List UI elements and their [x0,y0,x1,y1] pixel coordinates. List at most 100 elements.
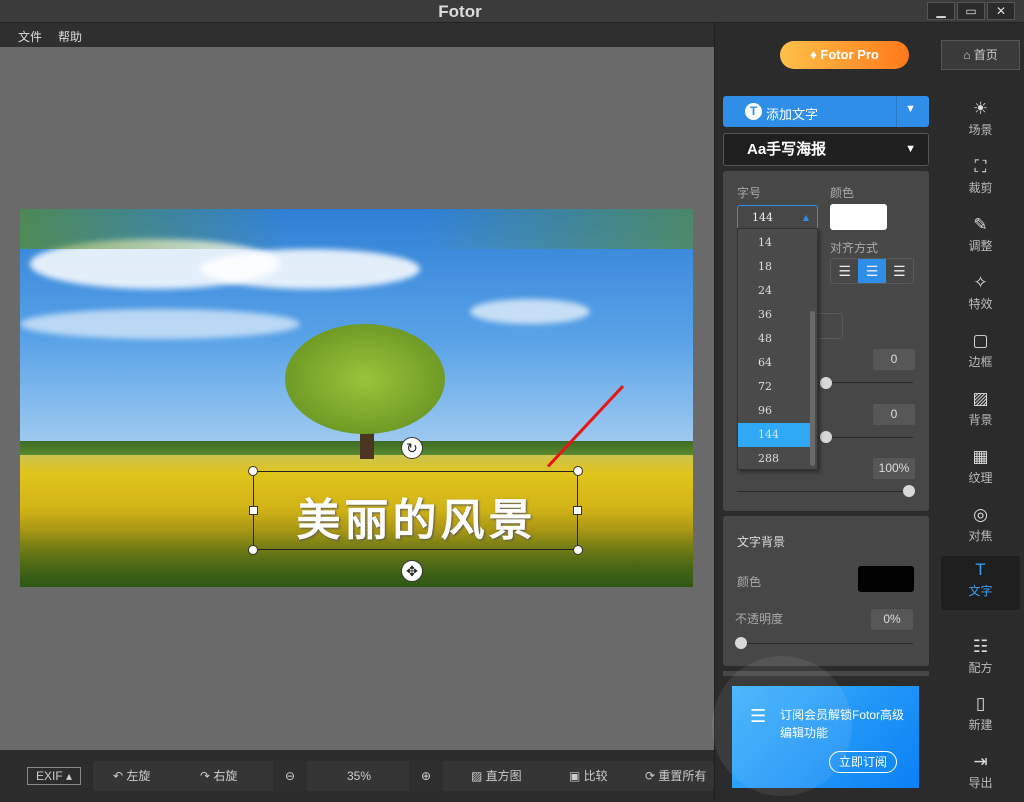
sidebar-label: 裁剪 [968,181,993,195]
sidebar-icon: ☀ [972,99,989,118]
sidebar-item-10[interactable]: ▯ 新建 [941,690,1020,744]
font-size-option[interactable]: 24 [738,279,810,303]
sidebar-label: 对焦 [968,529,993,543]
align-right-icon[interactable]: ☰ [886,259,913,283]
align-center-icon[interactable]: ☰ [858,259,886,283]
pro-label: Fotor Pro [820,47,879,62]
histogram-button[interactable]: ▨ 直方图 [471,761,522,791]
font-size-dropdown[interactable]: 14 18 24 36 48 64 72 96 144 288 [737,228,818,470]
resize-handle[interactable] [573,466,583,476]
add-text-button[interactable]: T 添加文字 ▼ [723,96,929,127]
sidebar-item-3[interactable]: ✧ 特效 [941,269,1020,323]
histogram-icon: ▨ [471,769,486,783]
tree [285,324,445,434]
opacity-value[interactable]: 100% [873,458,915,479]
rotate-handle-icon[interactable]: ↻ [401,437,423,459]
text-bg-title: 文字背景 [737,535,786,549]
font-size-option[interactable]: 64 [738,351,810,375]
align-left-icon[interactable]: ☰ [831,259,858,283]
bg-color-swatch[interactable] [858,566,914,592]
sidebar-label: 背景 [968,413,993,427]
tool-strip: ↶ 左旋 ↷ 右旋 ⊖ 35% ⊕ ▨ 直方图 ▣ 比较 ⟳ 重置所有 [93,761,714,791]
close-button[interactable]: ✕ [987,2,1015,20]
sidebar-icon: ⇥ [973,752,988,771]
resize-handle[interactable] [248,545,258,555]
rotate-right-button[interactable]: ↷ 右旋 [200,761,237,791]
sidebar-item-1[interactable]: ⛶ 裁剪 [941,153,1020,207]
sidebar-icon: T [975,560,986,579]
bg-opacity-label: 不透明度 [735,612,784,626]
home-label: 首页 [973,48,998,62]
reset-button[interactable]: ⟳ 重置所有 [645,761,706,791]
sidebar-item-8[interactable]: T 文字 [941,556,1020,610]
slider-knob[interactable] [903,485,915,497]
resize-handle[interactable] [248,466,258,476]
sidebar-item-7[interactable]: ◎ 对焦 [941,501,1020,555]
sidebar-label: 特效 [968,297,993,311]
value-box[interactable]: 0 [873,349,915,370]
rotate-right-label: 右旋 [213,769,238,783]
font-size-option[interactable]: 18 [738,255,810,279]
rotate-left-label: 左旋 [126,769,151,783]
minimize-button[interactable]: ▁ [927,2,955,20]
sidebar-item-4[interactable]: ▢ 边框 [941,327,1020,381]
subscribe-promo[interactable]: ☰ 订阅会员解锁Fotor高级编辑功能 立即订阅 [712,656,919,796]
slider-track[interactable] [737,643,913,644]
sidebar-label: 调整 [968,239,993,253]
overlay-text[interactable]: 美丽的风景 [254,484,579,548]
sidebar-item-0[interactable]: ☀ 场景 [941,95,1020,149]
font-size-option[interactable]: 36 [738,303,810,327]
font-size-option[interactable]: 288 [738,447,810,471]
font-size-option[interactable]: 14 [738,231,810,255]
rotate-left-button[interactable]: ↶ 左旋 [113,761,150,791]
slider-knob[interactable] [820,377,832,389]
move-handle-icon[interactable]: ✥ [401,560,423,582]
home-button[interactable]: ⌂ 首页 [941,40,1020,70]
chevron-down-icon[interactable]: ▼ [905,103,916,115]
sidebar-item-5[interactable]: ▨ 背景 [941,385,1020,439]
sidebar-label: 场景 [968,123,993,137]
exif-button[interactable]: EXIF ▴ [27,767,81,785]
slider-knob[interactable] [820,431,832,443]
resize-handle[interactable] [573,506,582,515]
chevron-up-icon: ▲ [802,213,809,222]
image-icon: ▣ [569,769,584,783]
text-box[interactable]: 美丽的风景 [248,466,583,555]
compare-button[interactable]: ▣ 比较 [569,761,608,791]
sidebar-label: 文字 [968,584,993,598]
font-size-option[interactable]: 96 [738,399,810,423]
font-size-option[interactable]: 144 [738,423,810,447]
menu-bar: 文件 帮助 [0,23,714,47]
refresh-icon: ⟳ [645,769,659,783]
menu-file[interactable]: 文件 [18,28,42,45]
slider-knob[interactable] [735,637,747,649]
sidebar-icon: ✎ [973,215,988,234]
sidebar-item-6[interactable]: ▦ 纹理 [941,443,1020,497]
zoom-out-icon[interactable]: ⊖ [273,761,307,791]
menu-help[interactable]: 帮助 [58,28,82,45]
font-size-option[interactable]: 72 [738,375,810,399]
title-bar: Fotor ▁ ▭ ✕ [0,0,1024,23]
slider-track[interactable] [737,491,913,492]
sidebar-item-11[interactable]: ⇥ 导出 [941,748,1020,802]
zoom-in-icon[interactable]: ⊕ [409,761,443,791]
font-size-select[interactable]: 144 ▲ [737,205,818,230]
sidebar-icon: ◎ [973,505,988,524]
text-color-swatch[interactable] [830,204,887,230]
resize-handle[interactable] [573,545,583,555]
value-box[interactable]: 0 [873,404,915,425]
sidebar-item-2[interactable]: ✎ 调整 [941,211,1020,265]
resize-handle[interactable] [249,506,258,515]
subscribe-button[interactable]: 立即订阅 [829,751,897,773]
photo-canvas[interactable]: 美丽的风景 ↻ ✥ [20,209,693,587]
font-size-value: 144 [752,211,773,224]
fotor-pro-button[interactable]: ♦ Fotor Pro [780,41,909,69]
maximize-button[interactable]: ▭ [957,2,985,20]
scrollbar[interactable] [810,311,815,466]
font-size-option[interactable]: 48 [738,327,810,351]
sliders-icon: ☰ [750,706,767,726]
bg-opacity-value[interactable]: 0% [871,609,913,630]
sidebar-icon: ▯ [975,694,986,713]
sidebar-item-9[interactable]: ☷ 配方 [941,633,1020,687]
font-select[interactable]: Aa手写海报 ▼ [723,133,929,166]
